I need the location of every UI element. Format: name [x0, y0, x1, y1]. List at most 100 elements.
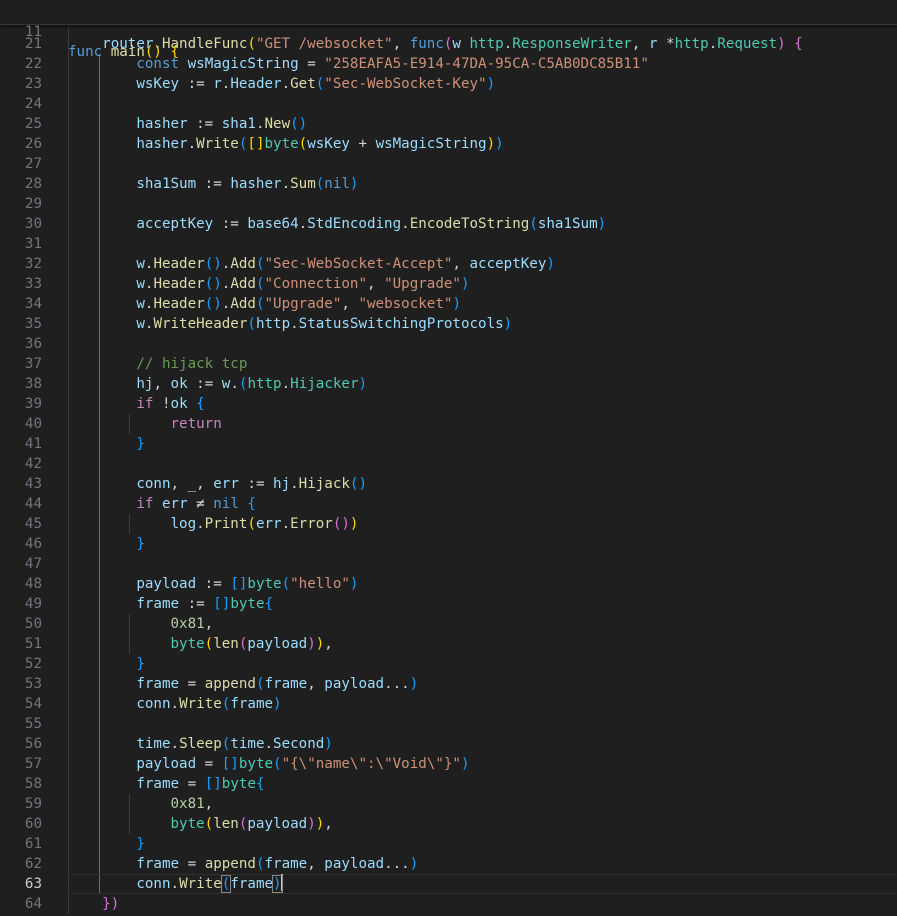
line-number: 64	[24, 896, 42, 912]
code-token: "Upgrade"	[264, 296, 342, 312]
code-token: )	[486, 136, 496, 152]
code-token: ,	[392, 36, 410, 52]
code-line[interactable]: 61 }	[0, 834, 897, 854]
code-token: []	[204, 776, 222, 792]
code-token: ,	[631, 36, 649, 52]
code-line[interactable]: 44 if err ≠ nil {	[0, 494, 897, 514]
code-line[interactable]: 35 w.WriteHeader(http.StatusSwitchingPro…	[0, 314, 897, 334]
code-text: w.Header().Add("Upgrade", "websocket")	[68, 294, 461, 314]
code-token: {	[247, 496, 256, 512]
code-line[interactable]: 29	[0, 194, 897, 214]
code-token: {	[170, 44, 180, 60]
code-line[interactable]: 54 conn.Write(frame)	[0, 694, 897, 714]
code-line[interactable]: 24	[0, 94, 897, 114]
code-line[interactable]: 51 byte(len(payload)),	[0, 634, 897, 654]
code-line[interactable]: 38 hj, ok := w.(http.Hijacker)	[0, 374, 897, 394]
code-line[interactable]: 31	[0, 234, 897, 254]
code-token: =	[179, 776, 205, 792]
code-token: frame	[136, 856, 180, 872]
code-line[interactable]: 58 frame = []byte{	[0, 774, 897, 794]
code-line[interactable]: 56 time.Sleep(time.Second)	[0, 734, 897, 754]
code-line[interactable]: 33 w.Header().Add("Connection", "Upgrade…	[0, 274, 897, 294]
code-line[interactable]: 63 conn.Write(frame)	[0, 874, 897, 894]
code-line[interactable]: 46 }	[0, 534, 897, 554]
code-token: Write	[179, 696, 222, 712]
code-token: // hijack tcp	[136, 356, 248, 372]
code-text: frame := []byte{	[68, 594, 273, 614]
code-text: frame = append(frame, payload...)	[68, 674, 418, 694]
code-token: acceptKey	[469, 256, 547, 272]
code-line[interactable]: 43 conn, _, err := hj.Hijack()	[0, 474, 897, 494]
code-token: (	[315, 76, 325, 92]
code-line[interactable]: 55	[0, 714, 897, 734]
sticky-scroll-header[interactable]: 11 func main() {	[0, 0, 897, 60]
code-token: append	[204, 676, 256, 692]
code-text: conn, _, err := hj.Hijack()	[68, 474, 367, 494]
code-line[interactable]: 50 0x81,	[0, 614, 897, 634]
code-text: hj, ok := w.(http.Hijacker)	[68, 374, 367, 394]
code-token: "GET /websocket"	[255, 36, 393, 52]
code-line[interactable]: 34 w.Header().Add("Upgrade", "websocket"…	[0, 294, 897, 314]
code-line[interactable]: 42	[0, 454, 897, 474]
code-text: log.Print(err.Error())	[68, 514, 359, 534]
code-token: New	[264, 116, 291, 132]
line-number: 45	[24, 516, 42, 532]
code-line[interactable]: 60 byte(len(payload)),	[0, 814, 897, 834]
code-token: )	[273, 696, 282, 712]
code-line[interactable]: 25 hasher := sha1.New()	[0, 114, 897, 134]
code-token: ()	[144, 44, 162, 60]
code-line[interactable]: 52 }	[0, 654, 897, 674]
line-number: 32	[24, 256, 42, 272]
line-number: 60	[24, 816, 42, 832]
code-token: ok	[170, 376, 188, 392]
sticky-line[interactable]: 11 func main() {	[0, 2, 897, 60]
code-line[interactable]: 62 frame = append(frame, payload...)	[0, 854, 897, 874]
code-line[interactable]: 30 acceptKey := base64.StdEncoding.Encod…	[0, 214, 897, 234]
code-line[interactable]: 32 w.Header().Add("Sec-WebSocket-Accept"…	[0, 254, 897, 274]
code-line[interactable]: 26 hasher.Write([]byte(wsKey + wsMagicSt…	[0, 134, 897, 154]
code-line[interactable]: 23 wsKey := r.Header.Get("Sec-WebSocket-…	[0, 74, 897, 94]
code-line[interactable]: 28 sha1Sum := hasher.Sum(nil)	[0, 174, 897, 194]
line-number: 43	[24, 476, 42, 492]
code-token: Request	[717, 36, 778, 52]
code-token: Write	[196, 136, 239, 152]
code-line[interactable]: 27	[0, 154, 897, 174]
code-line[interactable]: 59 0x81,	[0, 794, 897, 814]
code-line[interactable]: 49 frame := []byte{	[0, 594, 897, 614]
code-token: Error	[290, 516, 333, 532]
code-line[interactable]: 53 frame = append(frame, payload...)	[0, 674, 897, 694]
code-line[interactable]: 57 payload = []byte("{\"name\":\"Void\"}…	[0, 754, 897, 774]
code-token: ,	[324, 816, 333, 832]
line-number: 50	[24, 616, 42, 632]
code-line[interactable]: 48 payload := []byte("hello")	[0, 574, 897, 594]
code-line[interactable]: 36	[0, 334, 897, 354]
code-token: :=	[187, 116, 222, 132]
code-line[interactable]: 40 return	[0, 414, 897, 434]
code-editor[interactable]: 11 func main() { 21 router.HandleFunc("G…	[0, 0, 897, 916]
code-token: )	[546, 256, 555, 272]
code-line[interactable]: 45 log.Print(err.Error())	[0, 514, 897, 534]
code-line[interactable]: 37 // hijack tcp	[0, 354, 897, 374]
code-text: if err ≠ nil {	[68, 494, 256, 514]
code-line[interactable]: 47	[0, 554, 897, 574]
code-line[interactable]: 41 }	[0, 434, 897, 454]
code-line[interactable]: 39 if !ok {	[0, 394, 897, 414]
code-token: time	[230, 736, 265, 752]
code-token: (	[204, 816, 214, 832]
code-line[interactable]: 64 })	[0, 894, 897, 914]
code-token: ,	[307, 676, 325, 692]
code-token: .	[187, 136, 197, 152]
line-number: 47	[24, 556, 42, 572]
code-text: frame = append(frame, payload...)	[68, 854, 418, 874]
code-token: err	[213, 476, 239, 492]
